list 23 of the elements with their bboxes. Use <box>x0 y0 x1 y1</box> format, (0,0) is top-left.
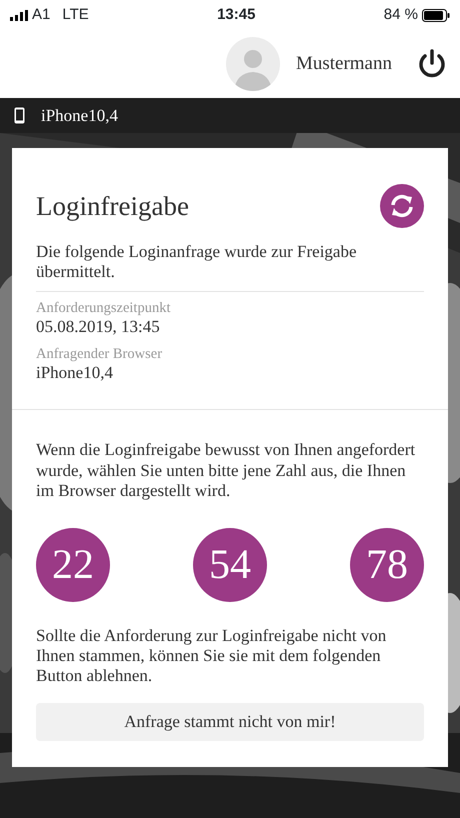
phone-icon <box>14 107 25 124</box>
field-label: Anfragender Browser <box>36 346 164 363</box>
field-value: 05.08.2019, 13:45 <box>36 317 161 338</box>
refresh-button[interactable] <box>380 184 424 228</box>
battery-percent: 84 % <box>384 4 418 25</box>
refresh-icon <box>389 193 415 219</box>
device-name: iPhone10,4 <box>41 104 118 127</box>
field-value: iPhone10,4 <box>36 362 114 384</box>
intro-text: Die folgende Loginanfrage wurde zur Freigabe übermittelt. <box>36 242 424 292</box>
signal-icon <box>10 10 28 20</box>
card-title: Loginfreigabe <box>36 190 189 222</box>
user-name: Mustermann <box>296 52 392 76</box>
reject-text: Sollte die Anforderung zur Loginfreigabe nicht von Ihnen stammen, können Sie sie mit dem folgenden Button ablehnen. <box>36 626 388 687</box>
status-time: 13:45 <box>217 4 256 25</box>
network-type: LTE <box>62 4 89 25</box>
instruction-text: Wenn die Loginfreigabe bewusst von Ihnen angefordert wurde, wählen Sie unten bitte jene Zahl aus, die Ihnen im Browser dargestellt wird. <box>36 440 416 502</box>
number-button[interactable]: 22 <box>36 528 110 602</box>
field-label: Anforderungszeitpunkt <box>36 300 172 318</box>
reject-button[interactable]: Anfrage stammt nicht von mir! <box>36 702 424 741</box>
number-button[interactable]: 54 <box>193 528 267 602</box>
number-button[interactable]: 78 <box>350 528 424 602</box>
battery-icon <box>422 8 450 22</box>
carrier-name: A1 <box>32 4 50 25</box>
